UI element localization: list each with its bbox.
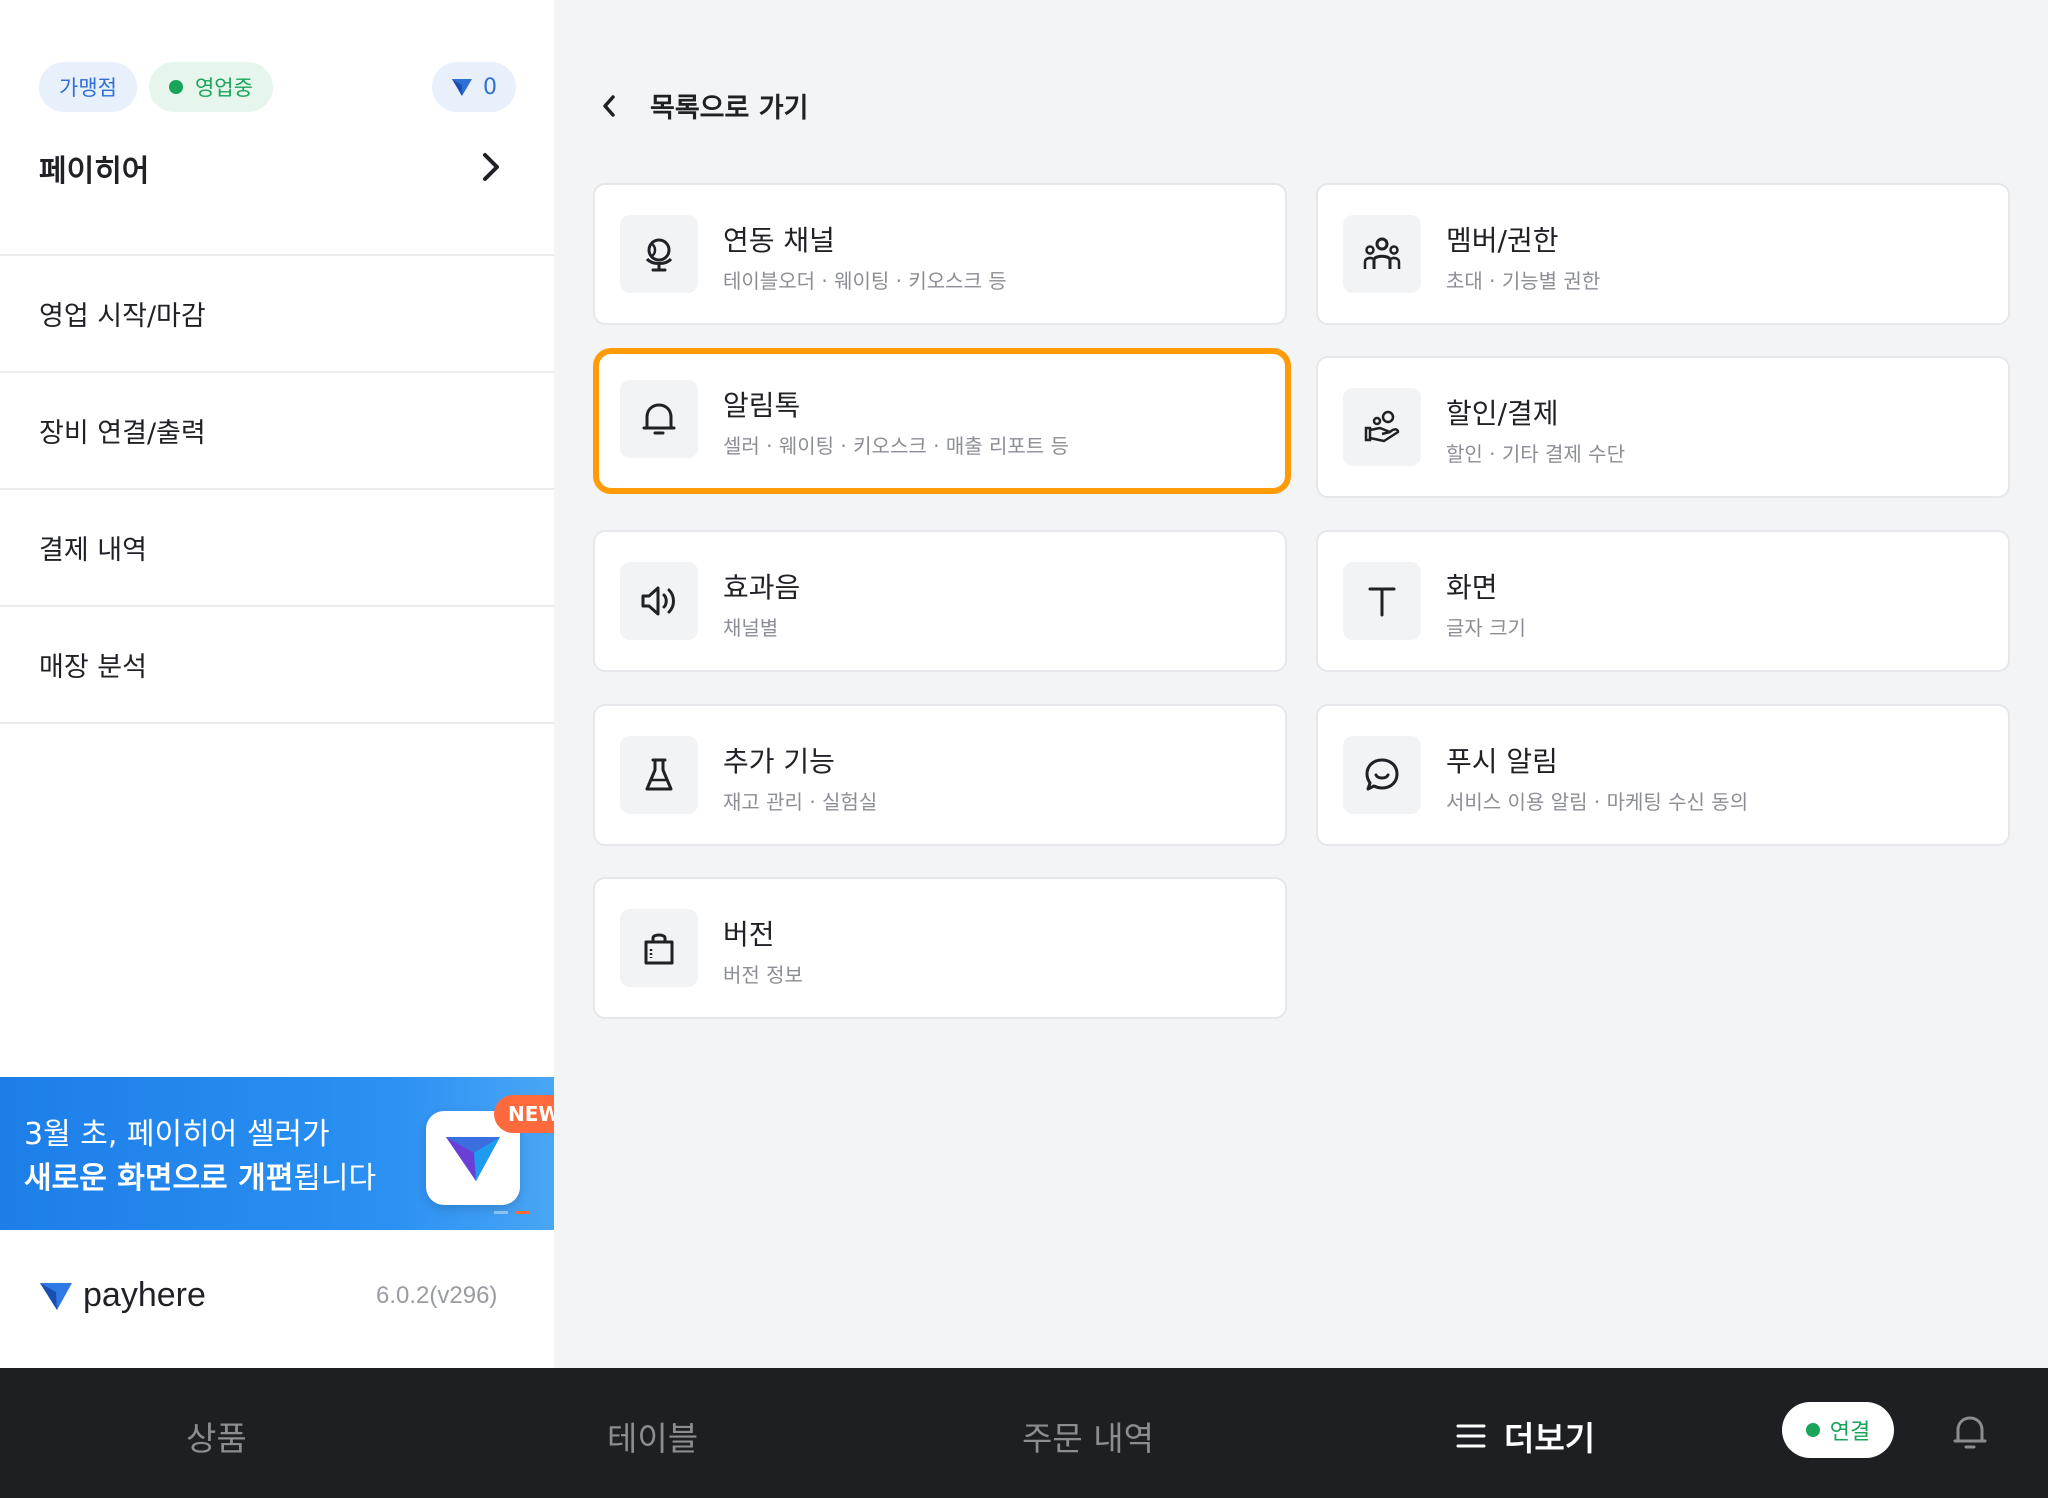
tab-products[interactable]: 상품 [186, 1412, 247, 1460]
status-badge: 영업중 [148, 62, 273, 112]
card-title: 푸시 알림 [1446, 745, 1558, 778]
bottom-nav: 상품 테이블 주문 내역 더보기 연결 [0, 1368, 2048, 1498]
points-badge[interactable]: 0 [432, 62, 516, 112]
card-subtitle: 할인 · 기타 결제 수단 [1446, 442, 1625, 466]
pager-dot-active [516, 1211, 530, 1214]
hamburger-menu-icon [1456, 1424, 1486, 1448]
tab-order-history[interactable]: 주문 내역 [1022, 1412, 1154, 1460]
banner-text-rest: 됩니다 [293, 1161, 377, 1196]
pager-dot [494, 1211, 508, 1214]
card-title: 효과음 [723, 571, 801, 604]
status-label: 영업중 [194, 76, 253, 100]
flask-icon [620, 736, 698, 814]
points-value: 0 [483, 74, 497, 100]
card-subtitle: 채널별 [723, 616, 779, 640]
card-subtitle: 재고 관리 · 실험실 [723, 790, 878, 814]
shopping-bag-icon [620, 909, 698, 987]
sidebar-item-label: 매장 분석 [39, 652, 147, 683]
store-type-label: 가맹점 [59, 76, 117, 100]
status-dot-icon [168, 80, 183, 94]
settings-card-members[interactable]: 멤버/권한 초대 · 기능별 권한 [1316, 183, 2010, 325]
sidebar-item-label: 결제 내역 [39, 535, 147, 566]
settings-card-discount-payment[interactable]: 할인/결제 할인 · 기타 결제 수단 [1316, 356, 2010, 498]
sidebar: 가맹점 영업중 0 페이히어 영업 시작/마감 장비 연결/출력 결제 내역 매… [0, 0, 554, 1368]
sidebar-item-business-open-close[interactable]: 영업 시작/마감 [0, 256, 554, 373]
settings-card-extra-features[interactable]: 추가 기능 재고 관리 · 실험실 [593, 704, 1287, 846]
tab-more[interactable]: 더보기 [1456, 1412, 1595, 1460]
card-title: 화면 [1446, 571, 1498, 604]
tab-label: 주문 내역 [1022, 1419, 1154, 1458]
promo-banner[interactable]: 3월 초, 페이히어 셀러가 새로운 화면으로 개편됩니다 NEW [0, 1077, 554, 1230]
banner-text-line2: 새로운 화면으로 개편됩니다 [24, 1153, 376, 1197]
settings-card-alimtalk[interactable]: 알림톡 셀러 · 웨이팅 · 키오스크 · 매출 리포트 등 [593, 348, 1291, 494]
logo-text: payhere [83, 1276, 206, 1314]
sidebar-item-device-connection[interactable]: 장비 연결/출력 [0, 373, 554, 490]
chat-bubble-icon [1343, 736, 1421, 814]
card-title: 연동 채널 [723, 224, 835, 257]
sidebar-item-label: 장비 연결/출력 [39, 418, 206, 449]
card-title: 멤버/권한 [1446, 224, 1559, 257]
brand-logo: payhere [39, 1276, 206, 1315]
speaker-icon [620, 562, 698, 640]
connection-dot-icon [1805, 1423, 1820, 1437]
card-subtitle: 서비스 이용 알림 · 마케팅 수신 동의 [1446, 790, 1749, 814]
payhere-mini-logo-icon [452, 79, 472, 96]
sidebar-menu: 영업 시작/마감 장비 연결/출력 결제 내역 매장 분석 [0, 254, 554, 724]
app-version: 6.0.2(v296) [376, 1282, 498, 1309]
banner-pager [494, 1211, 530, 1214]
banner-text-line1: 3월 초, 페이히어 셀러가 [24, 1117, 330, 1152]
bell-icon [620, 380, 698, 458]
settings-card-display[interactable]: 화면 글자 크기 [1316, 530, 2010, 672]
banner-text-bold: 새로운 화면으로 개편 [24, 1161, 294, 1196]
sidebar-item-label: 영업 시작/마감 [39, 301, 206, 332]
back-to-list-button[interactable]: 목록으로 가기 [598, 86, 808, 125]
tab-label: 더보기 [1504, 1419, 1596, 1458]
card-title: 할인/결제 [1446, 397, 1559, 430]
store-type-badge: 가맹점 [39, 62, 137, 112]
tab-label: 테이블 [607, 1419, 699, 1458]
globe-icon [620, 215, 698, 293]
settings-card-channels[interactable]: 연동 채널 테이블오더 · 웨이팅 · 키오스크 등 [593, 183, 1287, 325]
card-title: 알림톡 [723, 389, 801, 422]
connection-status-button[interactable]: 연결 [1782, 1402, 1894, 1458]
text-size-icon [1343, 562, 1421, 640]
tab-label: 상품 [186, 1419, 247, 1458]
payhere-logo-icon [40, 1282, 72, 1310]
new-badge: NEW [494, 1095, 554, 1133]
settings-card-version[interactable]: 버전 버전 정보 [593, 877, 1287, 1019]
store-badges: 가맹점 영업중 [39, 62, 273, 112]
sidebar-item-store-analytics[interactable]: 매장 분석 [0, 607, 554, 724]
card-subtitle: 글자 크기 [1446, 616, 1526, 640]
hand-coin-icon [1343, 388, 1421, 466]
sidebar-item-payment-history[interactable]: 결제 내역 [0, 490, 554, 607]
tab-tables[interactable]: 테이블 [607, 1412, 698, 1460]
chevron-left-icon [603, 94, 615, 117]
card-subtitle: 초대 · 기능별 권한 [1446, 269, 1601, 293]
card-title: 버전 [723, 918, 775, 951]
card-subtitle: 테이블오더 · 웨이팅 · 키오스크 등 [723, 269, 1007, 293]
members-icon [1343, 215, 1421, 293]
store-name[interactable]: 페이히어 [39, 146, 149, 190]
settings-card-sound-effects[interactable]: 효과음 채널별 [593, 530, 1287, 672]
card-title: 추가 기능 [723, 745, 835, 778]
back-label: 목록으로 가기 [650, 93, 809, 124]
notification-bell-icon[interactable] [1952, 1412, 1988, 1452]
settings-card-push-notifications[interactable]: 푸시 알림 서비스 이용 알림 · 마케팅 수신 동의 [1316, 704, 2010, 846]
card-subtitle: 셀러 · 웨이팅 · 키오스크 · 매출 리포트 등 [723, 434, 1069, 458]
chevron-right-icon[interactable] [476, 150, 506, 184]
card-subtitle: 버전 정보 [723, 963, 803, 987]
connection-label: 연결 [1829, 1420, 1871, 1445]
